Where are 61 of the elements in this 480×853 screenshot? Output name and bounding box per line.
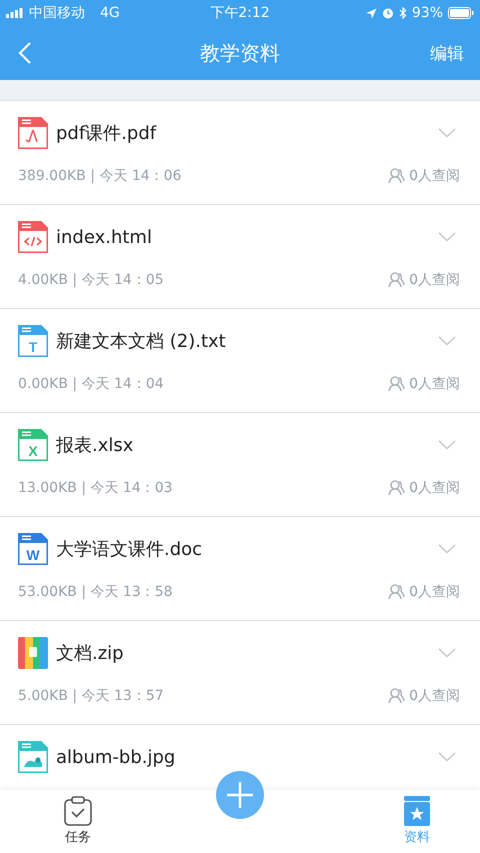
file-item[interactable]: pdf课件.pdf 389.00KB | 今天 14：06 0人查阅 (0, 101, 480, 205)
file-name: index.html (56, 226, 153, 248)
file-name: 报表.xlsx (56, 434, 134, 457)
file-item[interactable]: 文档.zip 5.00KB | 今天 13：57 0人查阅 (0, 621, 480, 725)
view-count: 0人查阅 (409, 479, 460, 497)
file-info: 13.00KB | 今天 14：03 (18, 479, 173, 497)
plus-icon (227, 782, 253, 808)
tab[interactable]: 任务 (64, 790, 92, 853)
file-name: 新建文本文档 (2).txt (56, 330, 227, 353)
file-item[interactable]: index.html 4.00KB | 今天 14：05 0人查阅 (0, 205, 480, 309)
reader-icon (388, 688, 406, 704)
xlsx-file-icon: X (18, 429, 48, 461)
html-file-icon (18, 221, 48, 253)
file-item[interactable]: T 新建文本文档 (2).txt 0.00KB | 今天 14：04 0人查阅 (0, 309, 480, 413)
zip-file-icon (18, 637, 48, 669)
expand-icon[interactable] (438, 128, 456, 138)
file-name: album-bb.jpg (56, 746, 176, 768)
txt-file-icon: T (18, 325, 48, 357)
doc-file-icon: W (18, 533, 48, 565)
file-info: 0.00KB | 今天 14：04 (18, 375, 164, 393)
alarm-icon (382, 7, 394, 19)
bluetooth-icon (398, 7, 407, 19)
file-name: 大学语文课件.doc (56, 538, 204, 561)
expand-icon[interactable] (438, 440, 456, 450)
view-count: 0人查阅 (409, 687, 460, 705)
file-item[interactable]: W 大学语文课件.doc 53.00KB | 今天 13：58 0人查阅 (0, 517, 480, 621)
signal-icon (6, 8, 24, 18)
reader-icon (388, 480, 406, 496)
file-name: 文档.zip (56, 642, 125, 665)
battery-percent: 93% (412, 5, 443, 21)
file-info: 389.00KB | 今天 14：06 (18, 167, 182, 185)
battery-icon (448, 7, 474, 19)
view-count: 0人查阅 (409, 375, 460, 393)
expand-icon[interactable] (438, 752, 456, 762)
page-title: 教学资料 (200, 40, 280, 66)
pdf-file-icon (18, 117, 48, 149)
reader-icon (388, 584, 406, 600)
reader-icon (388, 376, 406, 392)
expand-icon[interactable] (438, 232, 456, 242)
back-icon (18, 41, 32, 65)
reader-icon (388, 168, 406, 184)
add-button[interactable] (216, 771, 264, 819)
view-count: 0人查阅 (409, 167, 460, 185)
location-icon (366, 8, 377, 18)
file-name: pdf课件.pdf (56, 122, 158, 145)
expand-icon[interactable] (438, 648, 456, 658)
status-time: 下午2:12 (210, 4, 270, 22)
jpg-file-icon (18, 741, 48, 773)
file-info: 5.00KB | 今天 13：57 (18, 687, 164, 705)
file-info: 4.00KB | 今天 14：05 (18, 271, 164, 289)
expand-icon[interactable] (438, 544, 456, 554)
clipboard-icon (64, 796, 92, 826)
file-info: 53.00KB | 今天 13：58 (18, 583, 173, 601)
book-icon (404, 796, 430, 826)
carrier-name: 中国移动 (29, 4, 85, 22)
view-count: 0人查阅 (409, 271, 460, 289)
network-type: 4G (100, 5, 120, 21)
file-item[interactable]: X 报表.xlsx 13.00KB | 今天 14：03 0人查阅 (0, 413, 480, 517)
expand-icon[interactable] (438, 336, 456, 346)
view-count: 0人查阅 (409, 583, 460, 601)
reader-icon (388, 272, 406, 288)
